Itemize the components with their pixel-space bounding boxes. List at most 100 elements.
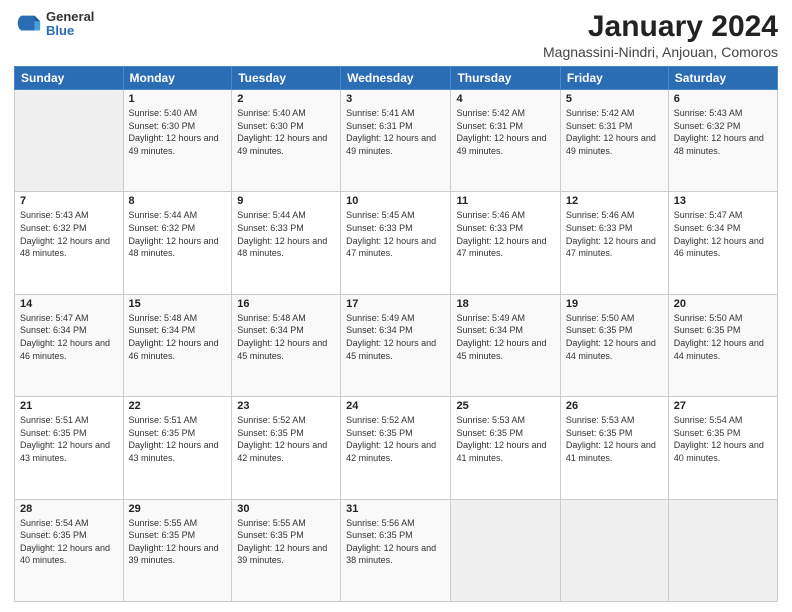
day-number: 19 [566, 298, 663, 310]
day-info: Sunrise: 5:41 AMSunset: 6:31 PMDaylight:… [346, 107, 445, 157]
day-number: 23 [237, 400, 335, 412]
calendar-cell: 5 Sunrise: 5:42 AMSunset: 6:31 PMDaylight… [560, 90, 668, 192]
day-info: Sunrise: 5:54 AMSunset: 6:35 PMDaylight:… [674, 414, 772, 464]
day-number: 24 [346, 400, 445, 412]
day-info: Sunrise: 5:40 AMSunset: 6:30 PMDaylight:… [129, 107, 227, 157]
day-info: Sunrise: 5:50 AMSunset: 6:35 PMDaylight:… [566, 312, 663, 362]
day-info: Sunrise: 5:44 AMSunset: 6:32 PMDaylight:… [129, 209, 227, 259]
calendar-cell: 29 Sunrise: 5:55 AMSunset: 6:35 PMDayligh… [123, 499, 232, 601]
day-number: 3 [346, 93, 445, 105]
day-info: Sunrise: 5:52 AMSunset: 6:35 PMDaylight:… [346, 414, 445, 464]
calendar-cell: 20Sunrise: 5:50 AMSunset: 6:35 PMDayligh… [668, 294, 777, 396]
day-info: Sunrise: 5:47 AMSunset: 6:34 PMDaylight:… [20, 312, 118, 362]
day-number: 29 [129, 503, 227, 515]
calendar-cell: 26 Sunrise: 5:53 AMSunset: 6:35 PMDayligh… [560, 397, 668, 499]
calendar-title: January 2024 [543, 10, 778, 44]
weekday-header-sunday: Sunday [15, 67, 124, 90]
calendar-cell: 6 Sunrise: 5:43 AMSunset: 6:32 PMDaylight… [668, 90, 777, 192]
calendar-cell: 17 Sunrise: 5:49 AMSunset: 6:34 PMDayligh… [341, 294, 451, 396]
week-row-4: 21 Sunrise: 5:51 AMSunset: 6:35 PMDayligh… [15, 397, 778, 499]
weekday-header-monday: Monday [123, 67, 232, 90]
calendar-cell: 10 Sunrise: 5:45 AMSunset: 6:33 PMDayligh… [341, 192, 451, 294]
logo-text: General Blue [46, 10, 94, 39]
day-number: 31 [346, 503, 445, 515]
weekday-header-saturday: Saturday [668, 67, 777, 90]
calendar-table: SundayMondayTuesdayWednesdayThursdayFrid… [14, 66, 778, 602]
day-number: 2 [237, 93, 335, 105]
day-info: Sunrise: 5:55 AMSunset: 6:35 PMDaylight:… [129, 517, 227, 567]
calendar-cell [451, 499, 560, 601]
calendar-cell: 28Sunrise: 5:54 AMSunset: 6:35 PMDayligh… [15, 499, 124, 601]
calendar-cell: 11Sunrise: 5:46 AMSunset: 6:33 PMDayligh… [451, 192, 560, 294]
logo-icon [14, 10, 42, 38]
calendar-cell: 1 Sunrise: 5:40 AMSunset: 6:30 PMDaylight… [123, 90, 232, 192]
day-number: 6 [674, 93, 772, 105]
day-info: Sunrise: 5:52 AMSunset: 6:35 PMDaylight:… [237, 414, 335, 464]
day-number: 30 [237, 503, 335, 515]
calendar-cell: 30 Sunrise: 5:55 AMSunset: 6:35 PMDayligh… [232, 499, 341, 601]
day-info: Sunrise: 5:54 AMSunset: 6:35 PMDaylight:… [20, 517, 118, 567]
day-info: Sunrise: 5:56 AMSunset: 6:35 PMDaylight:… [346, 517, 445, 567]
day-info: Sunrise: 5:49 AMSunset: 6:34 PMDaylight:… [456, 312, 554, 362]
day-info: Sunrise: 5:51 AMSunset: 6:35 PMDaylight:… [129, 414, 227, 464]
calendar-cell: 18 Sunrise: 5:49 AMSunset: 6:34 PMDayligh… [451, 294, 560, 396]
calendar-cell: 7 Sunrise: 5:43 AMSunset: 6:32 PMDaylight… [15, 192, 124, 294]
calendar-cell: 25 Sunrise: 5:53 AMSunset: 6:35 PMDayligh… [451, 397, 560, 499]
day-number: 1 [129, 93, 227, 105]
title-block: January 2024 Magnassini-Nindri, Anjouan,… [543, 10, 778, 60]
day-number: 9 [237, 195, 335, 207]
day-info: Sunrise: 5:44 AMSunset: 6:33 PMDaylight:… [237, 209, 335, 259]
calendar-cell: 15Sunrise: 5:48 AMSunset: 6:34 PMDayligh… [123, 294, 232, 396]
day-info: Sunrise: 5:42 AMSunset: 6:31 PMDaylight:… [566, 107, 663, 157]
week-row-2: 7 Sunrise: 5:43 AMSunset: 6:32 PMDaylight… [15, 192, 778, 294]
week-row-3: 14Sunrise: 5:47 AMSunset: 6:34 PMDayligh… [15, 294, 778, 396]
day-number: 17 [346, 298, 445, 310]
day-number: 15 [129, 298, 227, 310]
week-row-5: 28Sunrise: 5:54 AMSunset: 6:35 PMDayligh… [15, 499, 778, 601]
day-number: 26 [566, 400, 663, 412]
week-row-1: 1 Sunrise: 5:40 AMSunset: 6:30 PMDaylight… [15, 90, 778, 192]
day-info: Sunrise: 5:55 AMSunset: 6:35 PMDaylight:… [237, 517, 335, 567]
weekday-header-tuesday: Tuesday [232, 67, 341, 90]
day-number: 4 [456, 93, 554, 105]
day-info: Sunrise: 5:46 AMSunset: 6:33 PMDaylight:… [566, 209, 663, 259]
calendar-cell: 14Sunrise: 5:47 AMSunset: 6:34 PMDayligh… [15, 294, 124, 396]
day-number: 13 [674, 195, 772, 207]
logo: General Blue [14, 10, 94, 39]
day-info: Sunrise: 5:40 AMSunset: 6:30 PMDaylight:… [237, 107, 335, 157]
day-info: Sunrise: 5:43 AMSunset: 6:32 PMDaylight:… [20, 209, 118, 259]
calendar-subtitle: Magnassini-Nindri, Anjouan, Comoros [543, 44, 778, 60]
day-info: Sunrise: 5:43 AMSunset: 6:32 PMDaylight:… [674, 107, 772, 157]
day-info: Sunrise: 5:48 AMSunset: 6:34 PMDaylight:… [237, 312, 335, 362]
day-info: Sunrise: 5:53 AMSunset: 6:35 PMDaylight:… [456, 414, 554, 464]
day-info: Sunrise: 5:51 AMSunset: 6:35 PMDaylight:… [20, 414, 118, 464]
calendar-cell: 21 Sunrise: 5:51 AMSunset: 6:35 PMDayligh… [15, 397, 124, 499]
day-info: Sunrise: 5:49 AMSunset: 6:34 PMDaylight:… [346, 312, 445, 362]
calendar-cell: 24 Sunrise: 5:52 AMSunset: 6:35 PMDayligh… [341, 397, 451, 499]
day-info: Sunrise: 5:53 AMSunset: 6:35 PMDaylight:… [566, 414, 663, 464]
calendar-cell: 22 Sunrise: 5:51 AMSunset: 6:35 PMDayligh… [123, 397, 232, 499]
day-number: 12 [566, 195, 663, 207]
calendar-cell: 9 Sunrise: 5:44 AMSunset: 6:33 PMDaylight… [232, 192, 341, 294]
calendar-cell: 16Sunrise: 5:48 AMSunset: 6:34 PMDayligh… [232, 294, 341, 396]
calendar-cell: 4Sunrise: 5:42 AMSunset: 6:31 PMDaylight… [451, 90, 560, 192]
day-info: Sunrise: 5:45 AMSunset: 6:33 PMDaylight:… [346, 209, 445, 259]
day-info: Sunrise: 5:50 AMSunset: 6:35 PMDaylight:… [674, 312, 772, 362]
weekday-header-friday: Friday [560, 67, 668, 90]
header: General Blue January 2024 Magnassini-Nin… [14, 10, 778, 60]
calendar-cell [560, 499, 668, 601]
day-number: 10 [346, 195, 445, 207]
calendar-cell: 31 Sunrise: 5:56 AMSunset: 6:35 PMDayligh… [341, 499, 451, 601]
day-number: 21 [20, 400, 118, 412]
day-number: 5 [566, 93, 663, 105]
day-number: 22 [129, 400, 227, 412]
day-number: 8 [129, 195, 227, 207]
weekday-header-row: SundayMondayTuesdayWednesdayThursdayFrid… [15, 67, 778, 90]
logo-general: General [46, 10, 94, 24]
calendar-cell: 23 Sunrise: 5:52 AMSunset: 6:35 PMDayligh… [232, 397, 341, 499]
day-number: 25 [456, 400, 554, 412]
day-number: 18 [456, 298, 554, 310]
calendar-cell: 2 Sunrise: 5:40 AMSunset: 6:30 PMDaylight… [232, 90, 341, 192]
weekday-header-thursday: Thursday [451, 67, 560, 90]
day-number: 7 [20, 195, 118, 207]
